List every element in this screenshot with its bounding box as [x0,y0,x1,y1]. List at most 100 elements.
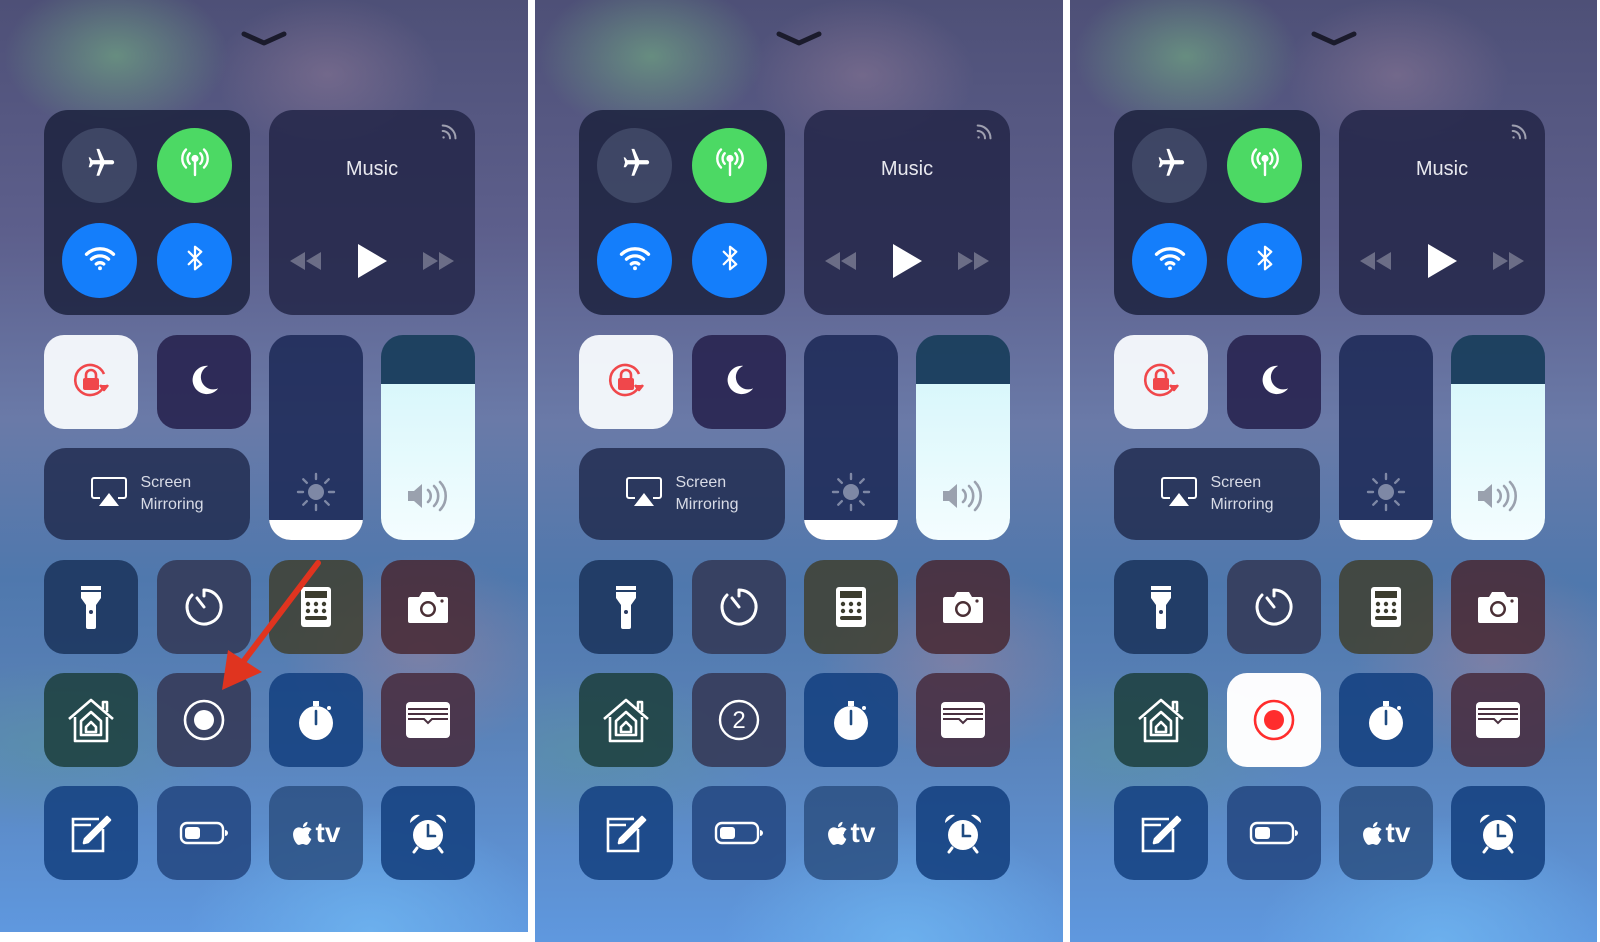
play-button[interactable] [1425,242,1459,285]
timer-icon [1252,585,1296,629]
sun-icon [1339,470,1433,514]
brightness-fill [269,519,363,540]
control-center-panel: Music Screen Mirroring 2 tv [535,0,1063,942]
airplane-mode-toggle[interactable] [1132,128,1207,203]
airplay-audio-icon[interactable] [1509,120,1531,147]
camera-button[interactable] [916,560,1010,654]
camera-icon [941,589,985,625]
airplane-mode-toggle[interactable] [597,128,672,203]
stopwatch-button[interactable] [269,673,363,767]
forward-button[interactable] [1491,250,1527,277]
music-title: Music [880,158,934,180]
timer-button[interactable] [157,560,251,654]
do-not-disturb-toggle[interactable] [157,335,251,429]
airplane-icon [83,146,117,185]
wifi-toggle[interactable] [62,223,137,298]
low-power-mode-icon [179,820,229,846]
cellular-data-toggle[interactable] [1227,128,1302,203]
flashlight-button[interactable] [579,560,673,654]
apple-tv-remote-button[interactable]: tv [804,786,898,880]
calculator-icon [1370,586,1402,628]
music-player[interactable]: Music [804,110,1010,315]
home-button[interactable] [579,673,673,767]
screen-mirroring-button[interactable]: Screen Mirroring [44,448,250,540]
wifi-toggle[interactable] [1132,223,1207,298]
brightness-slider[interactable] [269,335,363,540]
countdown-number: 2 [732,707,745,734]
apple-tv-label: tv [315,817,341,848]
alarm-button[interactable] [916,786,1010,880]
wallet-button[interactable] [381,673,475,767]
orientation-lock-toggle[interactable] [579,335,673,429]
stopwatch-button[interactable] [804,673,898,767]
low-power-mode-button[interactable] [1227,786,1321,880]
forward-button[interactable] [421,250,457,277]
screen-record-button[interactable] [1227,673,1321,767]
cellular-data-toggle[interactable] [157,128,232,203]
timer-button[interactable] [692,560,786,654]
screen-mirroring-button[interactable]: Screen Mirroring [579,448,785,540]
play-button[interactable] [890,242,924,285]
camera-button[interactable] [1451,560,1545,654]
do-not-disturb-toggle[interactable] [692,335,786,429]
bluetooth-toggle[interactable] [1227,223,1302,298]
flashlight-icon [613,584,639,630]
wallet-button[interactable] [916,673,1010,767]
calculator-button[interactable] [1339,560,1433,654]
notes-button[interactable] [44,786,138,880]
calculator-icon [300,586,332,628]
stopwatch-button[interactable] [1339,673,1433,767]
moon-icon [719,360,759,405]
rewind-button[interactable] [287,250,323,277]
volume-slider[interactable] [381,335,475,540]
timer-button[interactable] [1227,560,1321,654]
rewind-button[interactable] [822,250,858,277]
play-button[interactable] [355,242,389,285]
calculator-button[interactable] [804,560,898,654]
orientation-lock-toggle[interactable] [1114,335,1208,429]
notes-button[interactable] [579,786,673,880]
camera-button[interactable] [381,560,475,654]
volume-slider[interactable] [1451,335,1545,540]
screen-mirroring-button[interactable]: Screen Mirroring [1114,448,1320,540]
flashlight-button[interactable] [1114,560,1208,654]
wallet-button[interactable] [1451,673,1545,767]
alarm-button[interactable] [1451,786,1545,880]
bluetooth-icon [180,241,210,280]
volume-fill [381,384,475,540]
screen-record-button[interactable] [157,673,251,767]
apple-tv-label: tv [1385,817,1411,848]
wifi-icon [617,240,653,281]
bluetooth-toggle[interactable] [692,223,767,298]
airplay-audio-icon[interactable] [974,120,996,147]
home-button[interactable] [1114,673,1208,767]
apple-tv-remote-button[interactable]: tv [269,786,363,880]
home-icon [66,697,116,743]
wifi-toggle[interactable] [597,223,672,298]
music-player[interactable]: Music [1339,110,1545,315]
flashlight-button[interactable] [44,560,138,654]
apple-tv-remote-icon: tv [1362,817,1411,849]
brightness-slider[interactable] [1339,335,1433,540]
airplay-audio-icon[interactable] [439,120,461,147]
orientation-lock-icon [602,356,650,409]
low-power-mode-button[interactable] [157,786,251,880]
cellular-data-toggle[interactable] [692,128,767,203]
rewind-button[interactable] [1357,250,1393,277]
brightness-slider[interactable] [804,335,898,540]
bluetooth-toggle[interactable] [157,223,232,298]
do-not-disturb-toggle[interactable] [1227,335,1321,429]
home-button[interactable] [44,673,138,767]
screen-record-button[interactable]: 2 [692,673,786,767]
alarm-button[interactable] [381,786,475,880]
music-player[interactable]: Music [269,110,475,315]
calculator-button[interactable] [269,560,363,654]
orientation-lock-toggle[interactable] [44,335,138,429]
volume-slider[interactable] [916,335,1010,540]
apple-tv-remote-button[interactable]: tv [1339,786,1433,880]
low-power-mode-button[interactable] [692,786,786,880]
notes-button[interactable] [1114,786,1208,880]
airplane-mode-toggle[interactable] [62,128,137,203]
screen-mirroring-label-line1: Screen [1210,474,1262,491]
forward-button[interactable] [956,250,992,277]
